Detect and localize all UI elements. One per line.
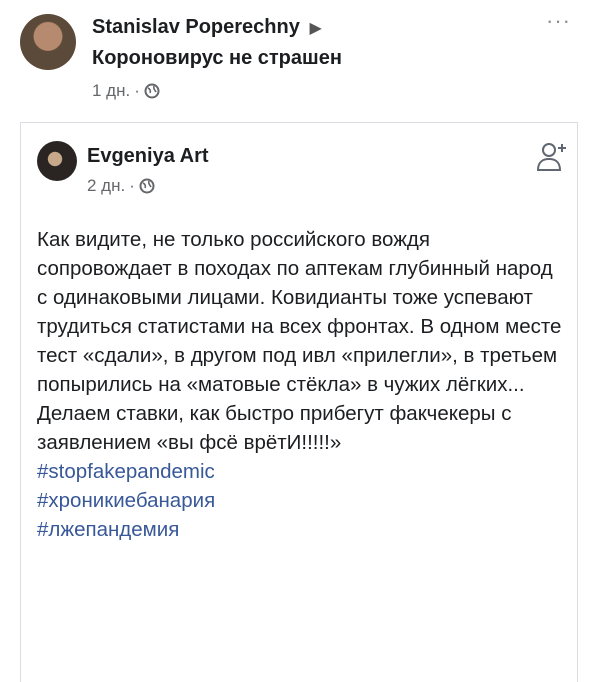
post-text: Как видите, не только российского вождя … (37, 228, 562, 454)
avatar[interactable] (20, 14, 76, 70)
post-header: Stanislav Poperechny ▶ Короновирус не ст… (0, 0, 600, 110)
arrow-right-icon: ▶ (309, 20, 322, 37)
shared-meta: 2 дн. · (87, 175, 155, 197)
add-friend-icon[interactable] (535, 139, 571, 173)
post-author-line: Stanislav Poperechny ▶ (92, 14, 322, 42)
post-body: Как видите, не только российского вождя … (37, 225, 563, 544)
post-time[interactable]: 1 дн. (92, 80, 130, 102)
hashtag-link[interactable]: #лжепандемия (37, 515, 563, 544)
hashtag-link[interactable]: #stopfakepandemic (37, 457, 563, 486)
more-options-icon[interactable]: ··· (546, 10, 571, 32)
meta-separator: · (129, 176, 135, 195)
post-meta: 1 дн. · (92, 80, 160, 102)
avatar[interactable] (37, 141, 77, 181)
shared-author[interactable]: Evgeniya Art (87, 143, 209, 169)
shared-time[interactable]: 2 дн. (87, 175, 125, 197)
group-name[interactable]: Короновирус не страшен (92, 45, 342, 71)
meta-separator: · (134, 81, 140, 100)
post-author[interactable]: Stanislav Poperechny (92, 16, 300, 38)
shared-post[interactable]: Evgeniya Art 2 дн. · Как видите, не толь… (20, 122, 578, 682)
globe-icon (144, 83, 160, 99)
hashtag-link[interactable]: #хроникиебанария (37, 486, 563, 515)
globe-icon (139, 178, 155, 194)
